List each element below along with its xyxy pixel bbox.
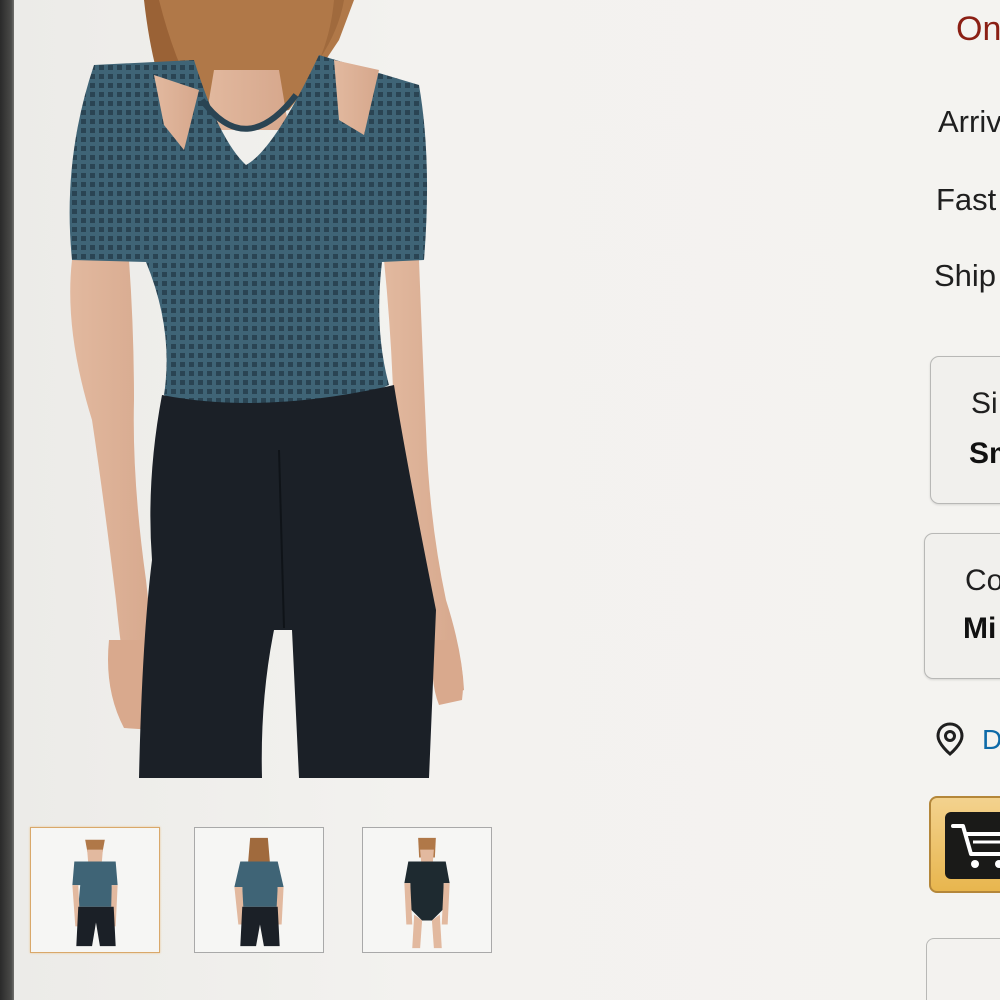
secondary-action-button[interactable] <box>926 938 1000 1000</box>
cart-icon-panel <box>945 812 1000 879</box>
thumbnail-bodysuit-view[interactable] <box>362 827 492 953</box>
product-page: On Arriv Fast Ship Si Sm Co Mi De <box>14 0 1000 1000</box>
size-label: Si <box>971 387 998 420</box>
thumbnail-back-view[interactable] <box>194 827 324 953</box>
color-label: Co <box>965 564 1000 597</box>
thumbnail-front-view[interactable] <box>30 827 160 953</box>
ships-from-text: Ship <box>934 258 997 293</box>
deliver-to-link[interactable]: De <box>982 724 1000 756</box>
fast-delivery-text: Fast <box>936 182 997 217</box>
add-to-cart-button[interactable] <box>929 796 1000 893</box>
size-value: Sm <box>969 437 1000 470</box>
main-product-image[interactable] <box>34 0 474 790</box>
color-value: Mi <box>963 612 997 645</box>
location-pin-icon <box>936 722 964 756</box>
arrival-text: Arriv <box>938 104 1000 139</box>
color-selector[interactable]: Co Mi <box>924 533 1000 679</box>
shopping-cart-icon <box>951 824 1000 868</box>
delivery-headline: On <box>956 10 1000 48</box>
size-selector[interactable]: Si Sm <box>930 356 1000 504</box>
